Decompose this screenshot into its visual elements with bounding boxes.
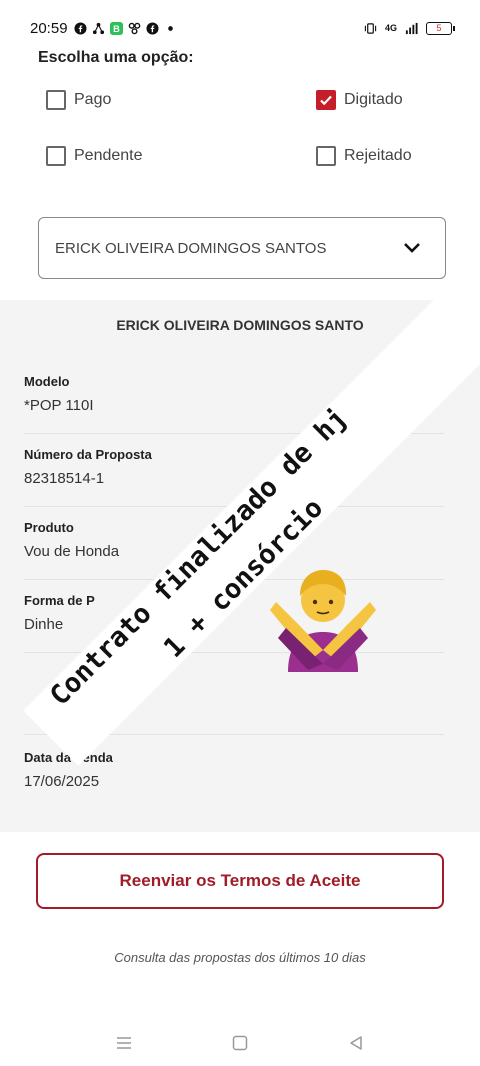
- option-label: Rejeitado: [344, 147, 412, 164]
- filter-title: Escolha uma opção:: [38, 49, 194, 66]
- status-bar: 20:59 B 4G 5: [0, 0, 480, 56]
- home-icon[interactable]: [232, 1035, 248, 1051]
- signal-icon: [405, 22, 418, 34]
- network-icon: [92, 22, 104, 34]
- svg-text:B: B: [113, 24, 120, 34]
- field-value: 17/06/2025: [24, 773, 100, 790]
- option-rejeitado[interactable]: Rejeitado: [316, 146, 412, 166]
- checkbox-pago[interactable]: [46, 90, 66, 110]
- field-value: 82318514-1: [24, 470, 105, 487]
- status-time: 20:59: [30, 19, 68, 37]
- checkbox-pendente[interactable]: [46, 146, 66, 166]
- chevron-down-icon: [404, 243, 420, 253]
- navigation-bar: [0, 1020, 480, 1066]
- checkbox-digitado[interactable]: [316, 90, 336, 110]
- person-gesturing-no-emoji: [270, 570, 376, 672]
- network-label: 4G: [384, 23, 397, 33]
- option-pago[interactable]: Pago: [46, 90, 111, 110]
- option-label: Pago: [74, 91, 112, 108]
- footnote: Consulta das propostas dos últimos 10 di…: [114, 950, 366, 965]
- customer-select-value: ERICK OLIVEIRA DOMINGOS SANTOS: [55, 239, 327, 257]
- menu-icon[interactable]: [116, 1036, 132, 1050]
- facebook-icon: [74, 21, 87, 35]
- field-value: Dinhe: [24, 616, 64, 633]
- link-icon: [128, 22, 140, 34]
- option-label: Digitado: [344, 91, 403, 108]
- status-left: 20:59 B: [30, 20, 177, 37]
- customer-select[interactable]: ERICK OLIVEIRA DOMINGOS SANTOS: [38, 217, 446, 279]
- checkbox-rejeitado[interactable]: [316, 146, 336, 166]
- option-label: Pendente: [74, 147, 143, 164]
- option-pendente[interactable]: Pendente: [46, 146, 143, 166]
- battery-level: 5: [436, 22, 442, 33]
- back-icon[interactable]: [348, 1035, 364, 1051]
- facebook-icon: [146, 21, 159, 35]
- resend-terms-button[interactable]: Reenviar os Termos de Aceite: [36, 853, 444, 909]
- checkmark-icon: [320, 95, 332, 106]
- battery-icon: 5: [426, 21, 455, 35]
- option-digitado[interactable]: Digitado: [316, 90, 403, 110]
- dot-icon: [167, 25, 173, 31]
- status-right: 4G 5: [364, 21, 455, 35]
- b-app-icon: B: [109, 21, 123, 35]
- vibrate-icon: [364, 22, 377, 34]
- notification-icons: B: [74, 21, 177, 35]
